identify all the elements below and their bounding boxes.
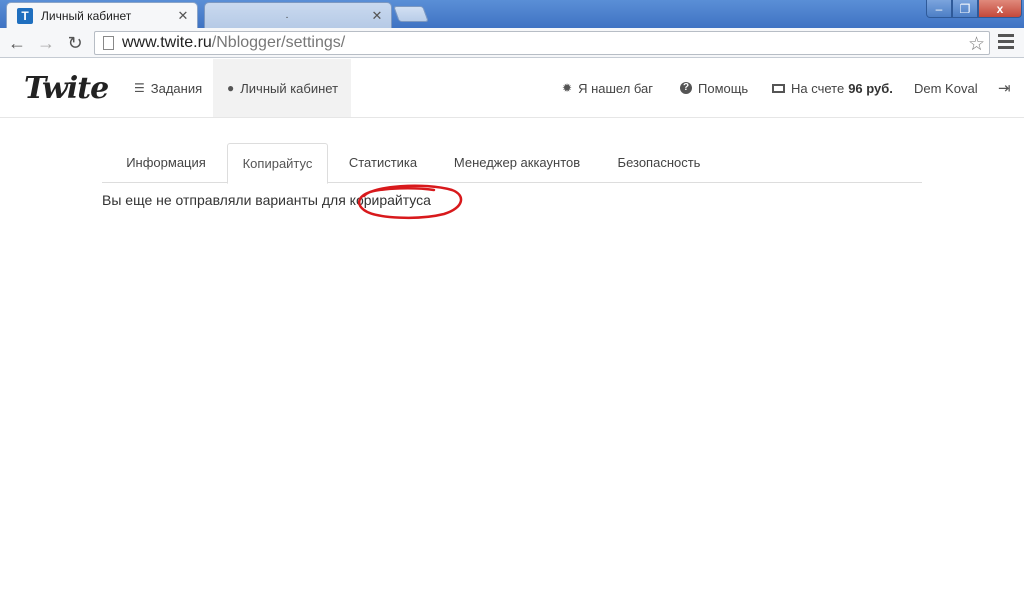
balance-prefix: На счете: [791, 80, 845, 96]
tab-title: .: [285, 10, 289, 21]
tab-account-manager[interactable]: Менеджер аккаунтов: [442, 143, 592, 183]
browser-toolbar: ← → ↻ www.twite.ru/Nblogger/settings/ ☆: [0, 28, 1024, 58]
browser-tab-active[interactable]: T Личный кабинет ✕: [6, 2, 198, 28]
nav-cabinet-label: Личный кабинет: [240, 80, 339, 96]
nav-tasks-label: Задания: [150, 80, 203, 96]
url-text: www.twite.ru/Nblogger/settings/: [122, 34, 345, 52]
maximize-button[interactable]: ❐: [952, 0, 978, 18]
back-arrow-icon[interactable]: ←: [6, 32, 28, 54]
logout-icon[interactable]: ⇥: [998, 59, 1011, 117]
nav-report-bug[interactable]: ✹ Я нашел баг: [562, 59, 653, 117]
nav-balance[interactable]: На счете 96 руб.: [772, 59, 897, 117]
red-annotation-circle: [357, 184, 463, 220]
credit-card-icon: [772, 83, 785, 93]
address-bar[interactable]: www.twite.ru/Nblogger/settings/ ☆: [94, 31, 990, 55]
page-icon: [103, 36, 114, 50]
url-host: www.twite.ru: [122, 34, 212, 51]
nav-bug-label: Я нашел баг: [578, 80, 654, 96]
new-tab-button[interactable]: [393, 6, 429, 22]
reload-icon[interactable]: ↻: [64, 32, 86, 54]
tab-information[interactable]: Информация: [114, 143, 218, 183]
close-icon[interactable]: ✕: [369, 8, 385, 24]
site-favicon-icon: T: [17, 7, 33, 24]
forward-arrow-icon[interactable]: →: [35, 32, 57, 54]
list-icon: ☰: [134, 81, 145, 95]
tab-statistics[interactable]: Статистика: [338, 143, 428, 183]
nav-user-name[interactable]: Dem Koval: [914, 59, 978, 117]
tab-security[interactable]: Безопасность: [606, 143, 712, 183]
window-close-button[interactable]: x: [978, 0, 1022, 18]
close-icon[interactable]: ✕: [175, 8, 191, 24]
nav-personal-cabinet[interactable]: ● Личный кабинет: [213, 59, 351, 117]
browser-menu-icon[interactable]: [998, 34, 1014, 52]
tab-kopiraitus[interactable]: Копирайтус: [227, 143, 328, 184]
question-icon: ?: [680, 82, 692, 94]
nav-help[interactable]: ? Помощь: [680, 59, 748, 117]
nav-help-label: Помощь: [698, 80, 749, 96]
minimize-button[interactable]: –: [926, 0, 952, 18]
nav-tasks[interactable]: ☰ Задания: [134, 59, 202, 117]
bookmark-star-icon[interactable]: ☆: [968, 33, 985, 56]
balance-amount: 96 руб.: [848, 80, 893, 96]
user-icon: ●: [227, 81, 235, 95]
twite-logo[interactable]: Twite: [24, 71, 109, 106]
site-header: Twite ☰ Задания ● Личный кабинет ✹ Я наш…: [0, 59, 1024, 118]
tab-title: Личный кабинет: [41, 8, 132, 23]
bug-icon: ✹: [562, 81, 573, 95]
settings-tabs: Информация Копирайтус Статистика Менедже…: [102, 143, 922, 184]
browser-titlebar: T Личный кабинет ✕ . ✕ – ❐ x: [0, 0, 1024, 28]
browser-tab-inactive[interactable]: . ✕: [204, 2, 392, 28]
url-path: /Nblogger/settings/: [211, 34, 346, 51]
